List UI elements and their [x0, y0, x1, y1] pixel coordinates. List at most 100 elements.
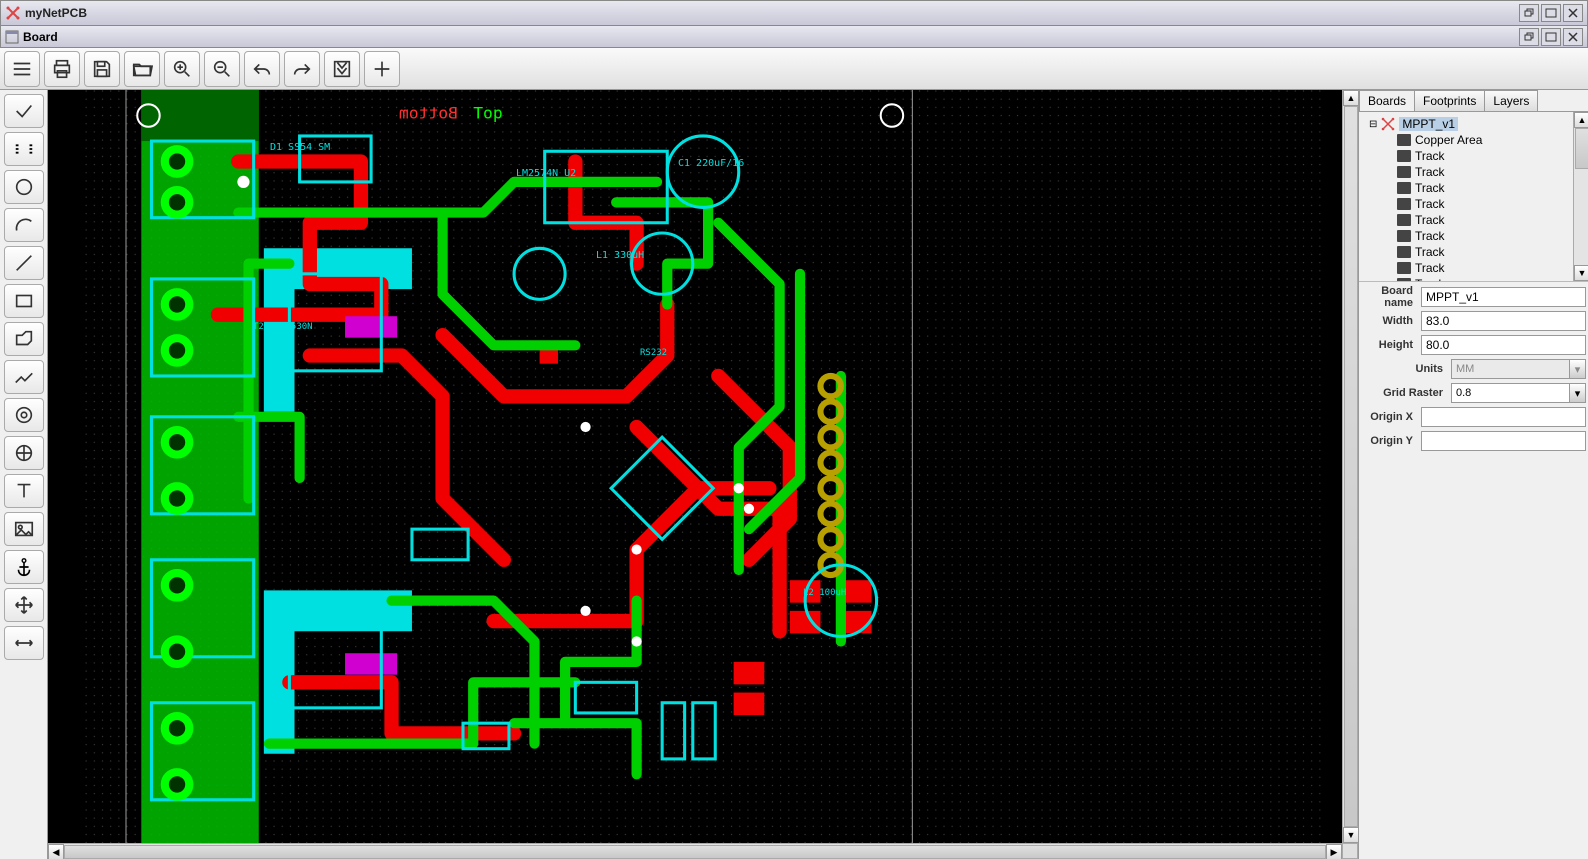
- right-panel: Boards Footprints Layers ⊟ MPPT_v1 Coppe…: [1358, 90, 1588, 859]
- polygon-tool[interactable]: [4, 322, 44, 356]
- tree-item[interactable]: Track: [1397, 212, 1584, 228]
- scroll-up-button[interactable]: ▲: [1343, 90, 1358, 106]
- tree-scroll-thumb[interactable]: [1575, 128, 1588, 169]
- tree-root-label: MPPT_v1: [1399, 117, 1458, 131]
- measure-tool[interactable]: [4, 626, 44, 660]
- prop-label-grid: Grid Raster: [1361, 387, 1451, 399]
- image-tool[interactable]: [4, 512, 44, 546]
- tree-item[interactable]: Track: [1397, 148, 1584, 164]
- line-tool[interactable]: [4, 246, 44, 280]
- anchor-tool[interactable]: [4, 550, 44, 584]
- save-button[interactable]: [84, 51, 120, 87]
- prop-label-boardname: Board name: [1361, 285, 1421, 309]
- height-field[interactable]: [1421, 335, 1586, 355]
- origin-button[interactable]: [364, 51, 400, 87]
- tree-item-label: Track: [1415, 181, 1445, 195]
- width-field[interactable]: [1421, 311, 1586, 331]
- print-button[interactable]: [44, 51, 80, 87]
- subwindow-icon: [5, 30, 19, 44]
- tree-scroll-up[interactable]: ▲: [1574, 112, 1588, 128]
- horizontal-scrollbar[interactable]: ◀ ▶: [48, 843, 1342, 859]
- open-button[interactable]: [124, 51, 160, 87]
- layer-icon: [1397, 134, 1411, 146]
- sub-close-button[interactable]: [1563, 28, 1583, 46]
- layer-icon: [1397, 214, 1411, 226]
- restore-down-button[interactable]: [1519, 4, 1539, 22]
- tree-item[interactable]: Track: [1397, 164, 1584, 180]
- tree-item[interactable]: Track: [1397, 180, 1584, 196]
- pcb-render: Top Bottom: [48, 90, 1358, 859]
- undo-button[interactable]: [244, 51, 280, 87]
- tree-item[interactable]: Track: [1397, 228, 1584, 244]
- tree-item[interactable]: Track: [1397, 196, 1584, 212]
- layer-icon: [1397, 262, 1411, 274]
- origin-x-field[interactable]: [1421, 407, 1586, 427]
- comp-label-l2: L2 100uH: [803, 588, 846, 598]
- component-tool[interactable]: [4, 132, 44, 166]
- tree-item[interactable]: Track: [1397, 276, 1584, 282]
- text-tool[interactable]: [4, 474, 44, 508]
- pad-tool[interactable]: [4, 436, 44, 470]
- tab-footprints[interactable]: Footprints: [1414, 90, 1485, 111]
- comp-label-rs232: RS232: [640, 348, 667, 358]
- layer-icon: [1397, 150, 1411, 162]
- layer-label-bottom: Bottom: [399, 104, 458, 123]
- ellipse-tool[interactable]: [4, 170, 44, 204]
- layer-icon: [1397, 198, 1411, 210]
- main-toolbar: [0, 48, 1588, 90]
- grid-raster-select[interactable]: 0.8▾: [1451, 383, 1586, 403]
- app-close-button[interactable]: [1563, 4, 1583, 22]
- panel-tabs: Boards Footprints Layers: [1359, 90, 1588, 112]
- zoom-out-button[interactable]: [204, 51, 240, 87]
- layer-icon: [1397, 182, 1411, 194]
- select-tool[interactable]: [4, 94, 44, 128]
- properties-panel: Board name Width Height Units MM▾ Grid R…: [1359, 282, 1588, 458]
- scroll-corner: [1342, 843, 1358, 859]
- snap-button[interactable]: [324, 51, 360, 87]
- move-tool[interactable]: [4, 588, 44, 622]
- pcb-canvas[interactable]: Top Bottom D1 SS54 SM LM2574N U2 C1 220u…: [48, 90, 1358, 859]
- chevron-down-icon: ▾: [1569, 360, 1585, 378]
- redo-button[interactable]: [284, 51, 320, 87]
- tree-item-label: Track: [1415, 149, 1445, 163]
- sub-maximize-button[interactable]: [1541, 28, 1561, 46]
- origin-y-field[interactable]: [1421, 431, 1586, 451]
- zoom-in-button[interactable]: [164, 51, 200, 87]
- vertical-scrollbar[interactable]: ▲ ▼: [1342, 90, 1358, 843]
- tree-item-label: Copper Area: [1415, 133, 1482, 147]
- board-name-field[interactable]: [1421, 287, 1586, 307]
- tree-item-label: Track: [1415, 277, 1445, 282]
- board-tree[interactable]: ⊟ MPPT_v1 Copper AreaTrackTrackTrackTrac…: [1359, 112, 1588, 282]
- via-tool[interactable]: [4, 398, 44, 432]
- rect-tool[interactable]: [4, 284, 44, 318]
- track-tool[interactable]: [4, 360, 44, 394]
- tree-scrollbar[interactable]: ▲ ▼: [1573, 112, 1588, 281]
- subwindow-title: Board: [23, 30, 58, 44]
- tree-item-label: Track: [1415, 197, 1445, 211]
- comp-label-t2: T2 IRF9530N: [253, 322, 313, 332]
- svg-text:Bottom: Bottom: [399, 104, 458, 123]
- arc-tool[interactable]: [4, 208, 44, 242]
- scroll-down-button[interactable]: ▼: [1343, 827, 1358, 843]
- scroll-h-thumb[interactable]: [64, 845, 1326, 859]
- tree-scroll-down[interactable]: ▼: [1574, 265, 1588, 281]
- tree-item-label: Track: [1415, 245, 1445, 259]
- maximize-button[interactable]: [1541, 4, 1561, 22]
- scroll-left-button[interactable]: ◀: [48, 844, 64, 859]
- scroll-v-thumb[interactable]: [1344, 106, 1358, 827]
- tools-sidebar: [0, 90, 48, 859]
- subwindow-bar: Board: [0, 26, 1588, 48]
- tree-root[interactable]: ⊟ MPPT_v1: [1363, 116, 1584, 132]
- tab-boards[interactable]: Boards: [1359, 90, 1415, 111]
- tree-item-label: Track: [1415, 261, 1445, 275]
- comp-label-l1: L1 330uH: [596, 250, 644, 261]
- scroll-right-button[interactable]: ▶: [1326, 844, 1342, 859]
- tree-item[interactable]: Track: [1397, 244, 1584, 260]
- sub-restore-button[interactable]: [1519, 28, 1539, 46]
- tree-item[interactable]: Copper Area: [1397, 132, 1584, 148]
- prop-label-width: Width: [1361, 315, 1421, 327]
- units-select[interactable]: MM▾: [1451, 359, 1586, 379]
- menu-button[interactable]: [4, 51, 40, 87]
- tree-item[interactable]: Track: [1397, 260, 1584, 276]
- tab-layers[interactable]: Layers: [1484, 90, 1538, 111]
